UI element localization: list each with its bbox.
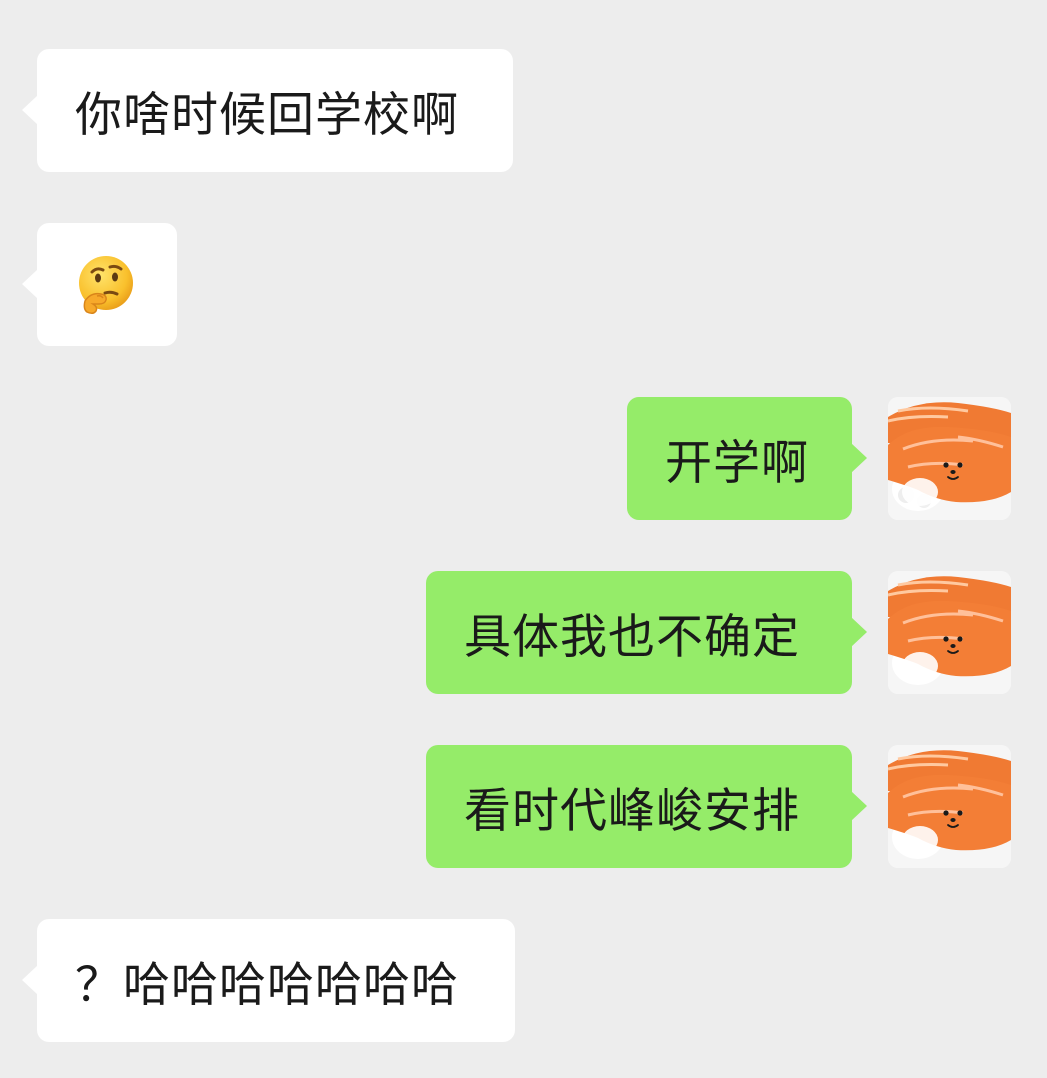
salmon-sushi-bear-icon — [888, 397, 1011, 520]
message-text: 看时代峰峻安排 — [464, 784, 800, 839]
user-avatar[interactable] — [888, 397, 1011, 520]
incoming-message-bubble[interactable]: ？哈哈哈哈哈哈哈 — [22, 919, 515, 1042]
user-avatar[interactable] — [888, 571, 1011, 694]
incoming-message-bubble[interactable]: 你啥时候回学校啊 — [22, 49, 513, 172]
outgoing-message-bubble[interactable]: 看时代峰峻安排 — [426, 745, 867, 868]
outgoing-message-bubble[interactable]: 具体我也不确定 — [426, 571, 867, 694]
salmon-sushi-bear-icon — [888, 571, 1011, 694]
chat-window: 你啥时候回学校啊 开学啊 具体我也不确定 看时代峰峻安排 ？哈哈哈哈哈哈哈 — [0, 0, 1047, 1078]
message-text: ？哈哈哈哈哈哈哈 — [75, 958, 459, 1013]
user-avatar[interactable] — [888, 745, 1011, 868]
message-text: 开学啊 — [665, 436, 809, 491]
incoming-message-bubble[interactable] — [22, 223, 177, 346]
salmon-sushi-bear-icon — [888, 745, 1011, 868]
thinking-face-icon — [75, 254, 137, 316]
outgoing-message-bubble[interactable]: 开学啊 — [627, 397, 867, 520]
message-text: 具体我也不确定 — [464, 610, 800, 665]
message-text: 你啥时候回学校啊 — [75, 88, 459, 143]
